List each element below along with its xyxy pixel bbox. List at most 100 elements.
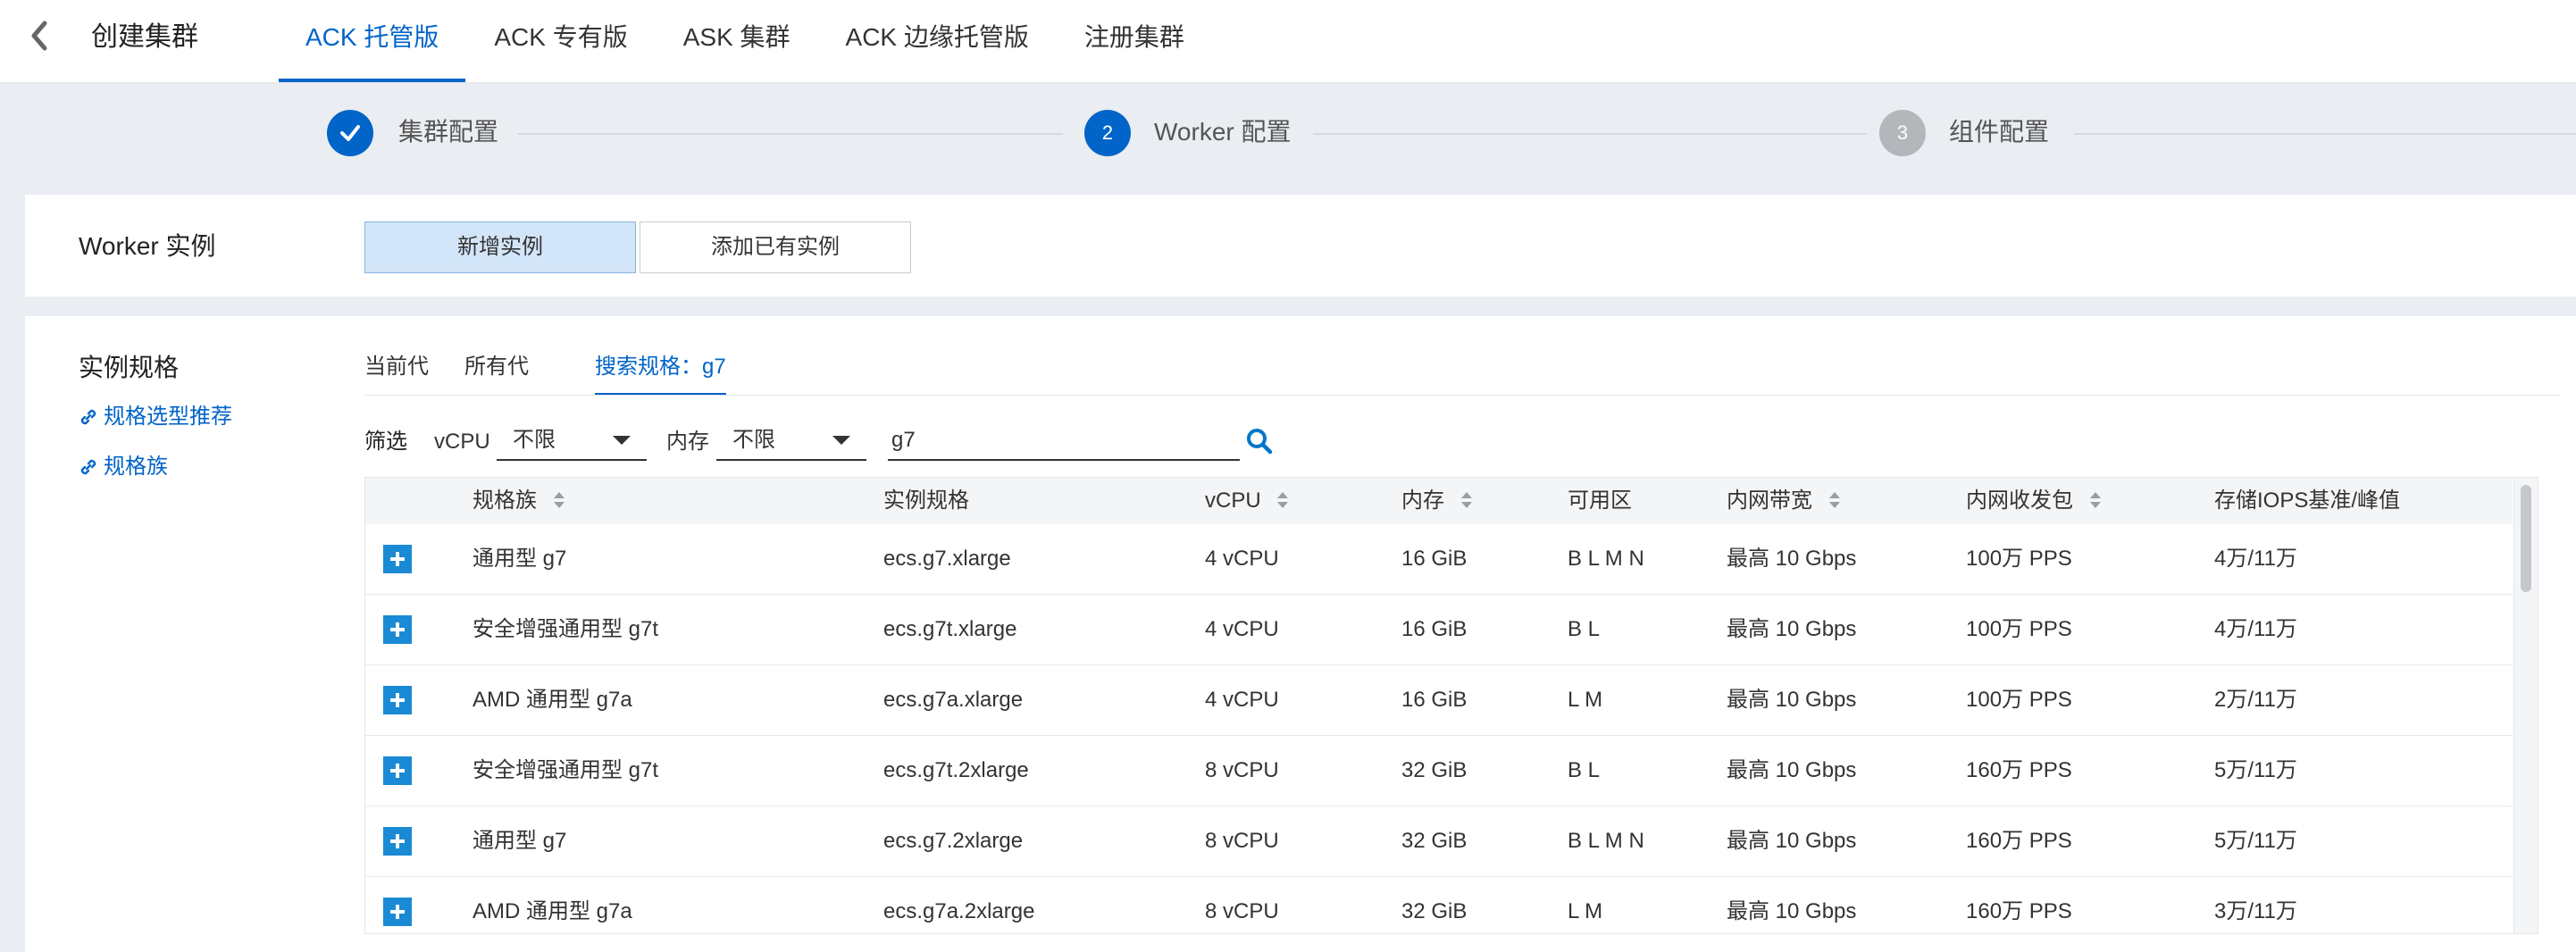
link-icon xyxy=(80,459,96,475)
cell-family: AMD 通用型 g7a xyxy=(473,688,632,712)
vcpu-filter-label: vCPU xyxy=(434,430,490,454)
column-header-iops: 存储IOPS基准/峰值 xyxy=(2214,489,2401,513)
sort-icon[interactable] xyxy=(2088,490,2103,510)
instance-spec-label: 实例规格 xyxy=(79,354,180,381)
cell-memory: 16 GiB xyxy=(1401,617,1468,641)
column-header-bandwidth[interactable]: 内网带宽 xyxy=(1727,478,1842,524)
tab-search-spec[interactable]: 搜索规格：g7 xyxy=(595,352,726,395)
column-header-pps[interactable]: 内网收发包 xyxy=(1966,478,2103,524)
column-header-spec: 实例规格 xyxy=(883,489,969,513)
cell-bandwidth: 最高 10 Gbps xyxy=(1727,688,1857,712)
chevron-down-icon xyxy=(613,436,631,445)
plus-icon[interactable] xyxy=(383,615,412,644)
step-1-circle xyxy=(327,110,373,156)
cell-memory: 32 GiB xyxy=(1401,899,1468,923)
column-header-vcpu[interactable]: vCPU xyxy=(1205,478,1290,524)
add-existing-instance-button[interactable]: 添加已有实例 xyxy=(640,221,911,273)
search-icon[interactable] xyxy=(1245,427,1274,455)
tab-ack-managed[interactable]: ACK 托管版 xyxy=(279,0,466,82)
cell-spec: ecs.g7t.xlarge xyxy=(883,617,1017,641)
sort-icon[interactable] xyxy=(1827,490,1842,510)
cell-iops: 5万/11万 xyxy=(2214,758,2297,782)
step-connector xyxy=(1313,133,1867,135)
table-scrollbar[interactable] xyxy=(2513,478,2538,933)
tab-registered-cluster[interactable]: 注册集群 xyxy=(1058,0,1211,82)
table-row[interactable]: AMD 通用型 g7a ecs.g7a.xlarge 4 vCPU 16 GiB L M… xyxy=(365,665,2513,736)
tab-ack-dedicated[interactable]: ACK 专有版 xyxy=(467,0,654,82)
cell-spec: ecs.g7.xlarge xyxy=(883,547,1011,571)
tab-ack-edge[interactable]: ACK 边缘托管版 xyxy=(819,0,1056,82)
memory-filter-label: 内存 xyxy=(666,430,709,454)
plus-icon[interactable] xyxy=(383,827,412,856)
step-indicator: 集群配置 2 Worker 配置 3 组件配置 xyxy=(0,82,2576,188)
step-3-circle: 3 xyxy=(1879,110,1926,156)
cluster-type-tabs: ACK 托管版 ACK 专有版 ASK 集群 ACK 边缘托管版 注册集群 xyxy=(279,0,1213,82)
table-row[interactable]: 安全增强通用型 g7t ecs.g7t.xlarge 4 vCPU 16 GiB B L… xyxy=(365,595,2513,665)
cell-memory: 32 GiB xyxy=(1401,758,1468,782)
plus-icon[interactable] xyxy=(383,756,412,785)
cell-family: 通用型 g7 xyxy=(473,829,567,853)
column-header-memory[interactable]: 内存 xyxy=(1401,478,1474,524)
tab-ask-cluster[interactable]: ASK 集群 xyxy=(657,0,817,82)
memory-select-value: 不限 xyxy=(732,428,775,452)
step-connector xyxy=(518,133,1063,135)
instance-spec-card: 实例规格 规格选型推荐 规格族 当前代 所有代 搜索规格：g7 筛选 vCPU … xyxy=(25,316,2576,952)
plus-icon[interactable] xyxy=(383,545,412,573)
spec-family-link[interactable]: 规格族 xyxy=(79,452,168,482)
cell-spec: ecs.g7a.xlarge xyxy=(883,688,1024,712)
table-header: 规格族 实例规格 vCPU 内存 可用区 内网带宽 内网收发包 存储IOPS基准… xyxy=(365,478,2513,524)
cell-family: 安全增强通用型 g7t xyxy=(473,617,659,641)
cell-zone: B L xyxy=(1568,617,1601,641)
step-2-label: Worker 配置 xyxy=(1154,118,1292,146)
scrollbar-thumb[interactable] xyxy=(2521,485,2531,592)
cell-bandwidth: 最高 10 Gbps xyxy=(1727,829,1857,853)
step-2-circle: 2 xyxy=(1084,110,1131,156)
cell-memory: 32 GiB xyxy=(1401,829,1468,853)
vcpu-select[interactable]: 不限 xyxy=(497,422,647,461)
check-icon xyxy=(340,125,360,141)
back-chevron-icon[interactable] xyxy=(27,20,52,52)
cell-pps: 100万 PPS xyxy=(1966,617,2072,641)
instance-spec-table: 规格族 实例规格 vCPU 内存 可用区 内网带宽 内网收发包 存储IOPS基准… xyxy=(364,477,2538,934)
cell-family: 安全增强通用型 g7t xyxy=(473,758,659,782)
plus-icon[interactable] xyxy=(383,686,412,714)
table-row[interactable]: 安全增强通用型 g7t ecs.g7t.2xlarge 8 vCPU 32 GiB B … xyxy=(365,736,2513,806)
tab-current-generation[interactable]: 当前代 xyxy=(364,352,429,393)
sort-icon[interactable] xyxy=(1459,490,1474,510)
plus-icon[interactable] xyxy=(383,898,412,926)
new-instance-button[interactable]: 新增实例 xyxy=(364,221,636,273)
cell-iops: 4万/11万 xyxy=(2214,547,2297,571)
vcpu-select-value: 不限 xyxy=(513,428,556,452)
step-connector xyxy=(2074,133,2576,135)
cell-spec: ecs.g7a.2xlarge xyxy=(883,899,1035,923)
memory-select[interactable]: 不限 xyxy=(716,422,866,461)
cell-iops: 4万/11万 xyxy=(2214,617,2297,641)
generation-tabs: 当前代 所有代 搜索规格：g7 xyxy=(364,352,2560,396)
cell-zone: L M xyxy=(1568,688,1603,712)
table-row[interactable]: AMD 通用型 g7a ecs.g7a.2xlarge 8 vCPU 32 GiB L … xyxy=(365,877,2513,933)
link-icon xyxy=(80,409,96,425)
tab-all-generations[interactable]: 所有代 xyxy=(464,352,529,393)
cell-spec: ecs.g7.2xlarge xyxy=(883,829,1024,853)
cell-iops: 2万/11万 xyxy=(2214,688,2297,712)
cell-bandwidth: 最高 10 Gbps xyxy=(1727,899,1857,923)
table-row[interactable]: 通用型 g7 ecs.g7.xlarge 4 vCPU 16 GiB B L M N 最高… xyxy=(365,524,2513,595)
spec-search-input[interactable] xyxy=(888,422,1240,461)
table-row[interactable]: 通用型 g7 ecs.g7.2xlarge 8 vCPU 32 GiB B L M N 最… xyxy=(365,806,2513,877)
cell-vcpu: 8 vCPU xyxy=(1205,758,1279,782)
spec-recommendation-text: 规格选型推荐 xyxy=(104,405,232,429)
sort-icon[interactable] xyxy=(1275,490,1290,510)
spec-recommendation-link[interactable]: 规格选型推荐 xyxy=(79,402,232,432)
column-header-family[interactable]: 规格族 xyxy=(473,478,566,524)
cell-memory: 16 GiB xyxy=(1401,547,1468,571)
filter-label: 筛选 xyxy=(364,430,407,454)
sort-icon[interactable] xyxy=(552,490,566,510)
cell-vcpu: 8 vCPU xyxy=(1205,899,1279,923)
cell-memory: 16 GiB xyxy=(1401,688,1468,712)
cell-iops: 3万/11万 xyxy=(2214,899,2297,923)
cell-family: 通用型 g7 xyxy=(473,547,567,571)
cell-zone: B L M N xyxy=(1568,547,1644,571)
cell-spec: ecs.g7t.2xlarge xyxy=(883,758,1029,782)
cell-vcpu: 4 vCPU xyxy=(1205,688,1279,712)
cell-pps: 160万 PPS xyxy=(1966,829,2072,853)
